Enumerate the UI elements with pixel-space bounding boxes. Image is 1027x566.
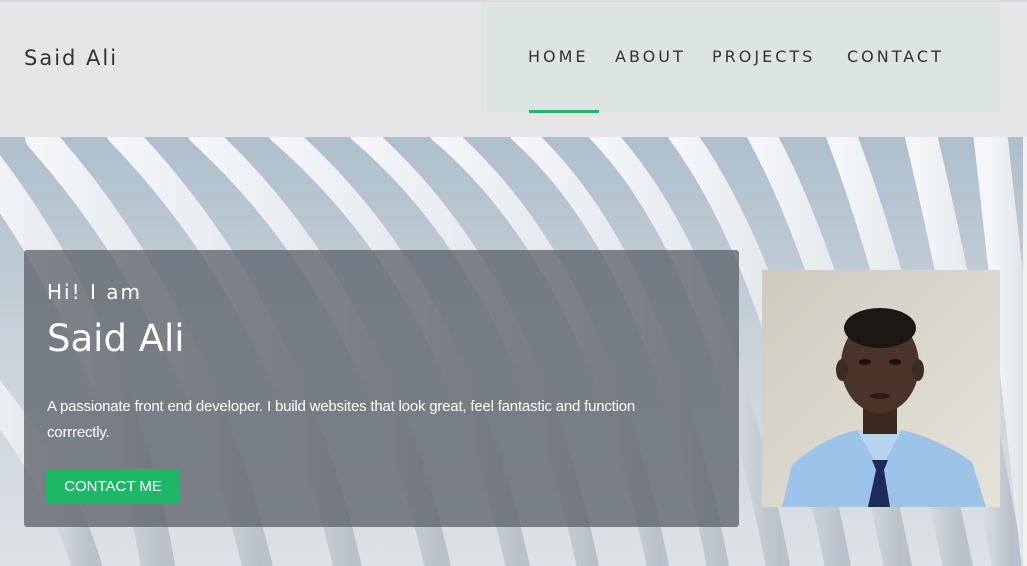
main-nav: HOME ABOUT PROJECTS CONTACT [481,3,1000,113]
active-nav-indicator [529,110,599,113]
greeting-text: Hi! I am [47,280,142,304]
hero-description: A passionate front end developer. I buil… [47,398,636,441]
hero-name: Said Ali [47,317,185,360]
nav-contact[interactable]: CONTACT [847,47,944,66]
nav-projects[interactable]: PROJECTS [712,47,815,66]
nav-about[interactable]: ABOUT [615,47,686,66]
profile-photo [762,270,1000,507]
contact-me-button[interactable]: CONTACT ME [46,469,180,504]
brand-logo[interactable]: Said Ali [24,46,118,70]
page-edge [1023,137,1027,566]
site-header: Said Ali HOME ABOUT PROJECTS CONTACT [0,2,1027,137]
nav-home[interactable]: HOME [528,47,589,66]
intro-card: Hi! I am Said Ali A passionate front end… [24,250,739,527]
